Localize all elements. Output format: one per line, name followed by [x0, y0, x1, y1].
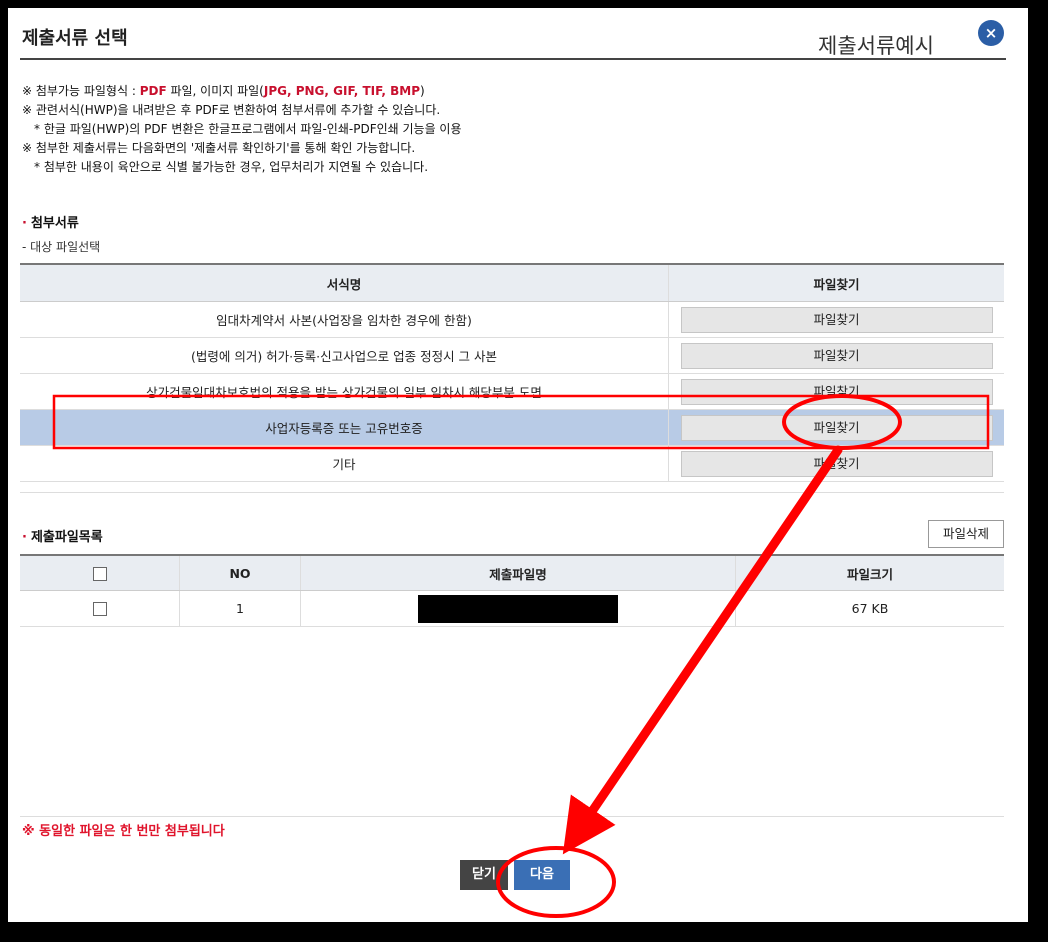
- notes-block: ※ 첨부가능 파일형식 : PDF 파일, 이미지 파일(JPG, PNG, G…: [22, 82, 462, 177]
- note-hwp: ※ 관련서식(HWP)을 내려받은 후 PDF로 변환하여 첨부서류에 추가할 …: [22, 103, 441, 117]
- dialog-title: 제출서류 선택: [22, 28, 128, 49]
- note-file-formats: ※ 첨부가능 파일형식 : PDF 파일, 이미지 파일(JPG, PNG, G…: [22, 84, 425, 98]
- next-button[interactable]: 다음: [514, 860, 570, 890]
- attach-subtitle: - 대상 파일선택: [22, 240, 101, 254]
- example-link[interactable]: 제출서류예시: [818, 30, 934, 60]
- note-legibility: * 첨부한 내용이 육안으로 식별 불가능한 경우, 업무처리가 지연될 수 있…: [34, 160, 429, 174]
- form-name: 상가건물임대차보호법의 적용을 받는 상가건물의 일부 임차시 해당부분 도면: [20, 373, 669, 410]
- col-file-find: 파일찾기: [668, 263, 1004, 302]
- footer-divider: [20, 816, 1004, 817]
- col-filesize: 파일크기: [735, 554, 1004, 591]
- note-hwp-conversion: * 한글 파일(HWP)의 PDF 변환은 한글프로그램에서 파일-인쇄-PDF…: [34, 122, 462, 136]
- file-find-button[interactable]: 파일찾기: [680, 414, 993, 441]
- delete-file-button[interactable]: 파일삭제: [928, 520, 1004, 548]
- table-row-selected[interactable]: 사업자등록증 또는 고유번호증 파일찾기: [20, 409, 1004, 446]
- col-form-name: 서식명: [20, 263, 669, 302]
- close-icon[interactable]: ×: [978, 20, 1004, 46]
- files-section-title: · 제출파일목록: [22, 530, 103, 545]
- duplicate-warning: ※ 동일한 파일은 한 번만 첨부됩니다: [22, 824, 225, 839]
- table-row: 상가건물임대차보호법의 적용을 받는 상가건물의 일부 임차시 해당부분 도면 …: [20, 373, 1004, 410]
- attach-table: 서식명 파일찾기 임대차계약서 사본(사업장을 임차한 경우에 한함) 파일찾기…: [20, 263, 1004, 482]
- title-divider: [20, 58, 1006, 60]
- file-no: 1: [179, 590, 301, 627]
- attach-header-row: 서식명 파일찾기: [20, 263, 1004, 302]
- file-find-button[interactable]: 파일찾기: [680, 450, 993, 477]
- note-confirm: ※ 첨부한 제출서류는 다음화면의 '제출서류 확인하기'를 통해 확인 가능합…: [22, 141, 416, 155]
- pdf-format: PDF: [139, 84, 167, 98]
- files-table: NO 제출파일명 파일크기 1 67 KB: [20, 554, 1004, 627]
- select-all-checkbox[interactable]: [92, 566, 107, 581]
- files-header-row: NO 제출파일명 파일크기: [20, 554, 1004, 591]
- attach-section-title: · 첨부서류: [22, 216, 79, 231]
- form-name: 임대차계약서 사본(사업장을 임차한 경우에 한함): [20, 301, 669, 338]
- form-name: 기타: [20, 445, 669, 482]
- row-checkbox[interactable]: [92, 602, 107, 617]
- form-name: 사업자등록증 또는 고유번호증: [20, 409, 669, 446]
- image-formats: JPG, PNG, GIF, TIF, BMP: [263, 84, 421, 98]
- file-find-button[interactable]: 파일찾기: [680, 342, 993, 369]
- section-divider: [20, 492, 1004, 493]
- col-filename: 제출파일명: [300, 554, 736, 591]
- file-size: 67 KB: [735, 590, 1004, 627]
- form-name: (법령에 의거) 허가·등록·신고사업으로 업종 정정시 그 사본: [20, 337, 669, 374]
- file-find-button[interactable]: 파일찾기: [680, 306, 993, 333]
- redacted-filename: [418, 594, 618, 623]
- table-row: 기타 파일찾기: [20, 445, 1004, 482]
- table-row: (법령에 의거) 허가·등록·신고사업으로 업종 정정시 그 사본 파일찾기: [20, 337, 1004, 374]
- col-no: NO: [179, 554, 301, 591]
- file-find-button[interactable]: 파일찾기: [680, 378, 993, 405]
- close-button[interactable]: 닫기: [460, 860, 508, 890]
- table-row: 임대차계약서 사본(사업장을 임차한 경우에 한함) 파일찾기: [20, 301, 1004, 338]
- table-row: 1 67 KB: [20, 590, 1004, 627]
